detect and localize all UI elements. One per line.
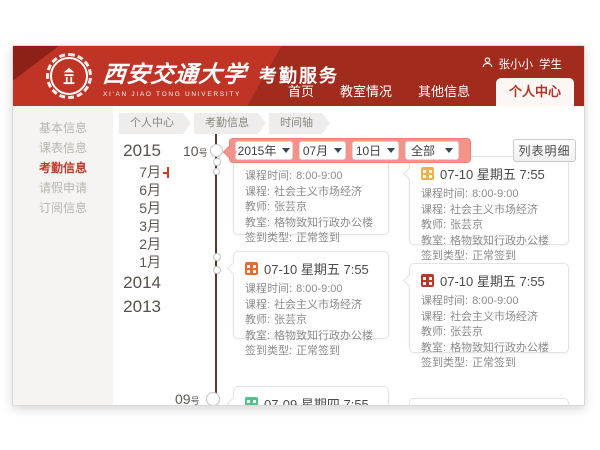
axis-month-jan[interactable]: 1月 <box>113 253 161 271</box>
breadcrumb-item-timeline[interactable]: 时间轴 <box>269 113 330 134</box>
content-area: 基本信息 课表信息 考勤信息 请假申请 订阅信息 个人中心 考勤信息 时间轴 2… <box>13 106 584 405</box>
card-field: 教师:张芸京 <box>421 218 557 234</box>
card-field: 课程时间:8:00-9:00 <box>421 294 557 310</box>
axis-month-jul[interactable]: 7月 <box>113 163 161 181</box>
calendar-icon <box>421 274 434 287</box>
sidebar-item-leave-request[interactable]: 请假申请 <box>13 178 113 198</box>
sidebar-item-subscription-info[interactable]: 订阅信息 <box>13 198 113 218</box>
card-field: 教师:张芸京 <box>245 313 377 329</box>
card-field: 课程:社会主义市场经济 <box>245 185 377 201</box>
month-dropdown[interactable]: 07月 <box>299 141 346 160</box>
app-header: 西安交通大学 考勤服务 XI'AN JIAO TONG UNIVERSITY 张… <box>13 46 584 106</box>
chevron-down-icon <box>445 148 453 153</box>
card-field: 签到类型:正常签到 <box>245 344 377 360</box>
filter-bar: 2015年 07月 10日 全部 <box>229 138 471 163</box>
user-icon <box>482 57 493 71</box>
user-info[interactable]: 张小小 学生 <box>482 56 563 72</box>
calendar-icon <box>245 262 258 275</box>
sidebar-item-attendance-info[interactable]: 考勤信息 <box>13 158 113 178</box>
chevron-down-icon <box>334 148 342 153</box>
nav-tab-personal-center[interactable]: 个人中心 <box>496 78 574 106</box>
axis-month-may[interactable]: 5月 <box>113 199 161 217</box>
sidebar-item-basic-info[interactable]: 基本信息 <box>13 118 113 138</box>
card-title: 07-09 星期四 7:55 <box>264 394 369 405</box>
sidebar: 基本信息 课表信息 考勤信息 请假申请 订阅信息 <box>13 106 113 405</box>
axis-year-2015[interactable]: 2015 <box>113 139 161 163</box>
user-role: 学生 <box>539 56 562 72</box>
breadcrumb-item-personal-center[interactable]: 个人中心 <box>119 113 191 134</box>
day-dropdown[interactable]: 10日 <box>352 141 399 160</box>
year-dropdown[interactable]: 2015年 <box>235 141 293 160</box>
timeline-node-big-bottom <box>206 392 220 405</box>
chevron-down-icon <box>387 148 395 153</box>
calendar-icon <box>421 167 434 180</box>
attendance-card: 07-10 星期五 7:55 课程时间:8:00-9:00 课程:社会主义市场经… <box>233 251 389 339</box>
card-title: 07-10 星期五 7:55 <box>264 259 369 278</box>
card-field: 教室:格物致知行政办公楼 <box>245 216 377 232</box>
timeline-node-small-2 <box>213 168 220 175</box>
chevron-down-icon <box>282 148 290 153</box>
axis-year-2014[interactable]: 2014 <box>113 271 161 295</box>
card-field: 课程时间:8:00-9:00 <box>421 187 557 203</box>
attendance-card: 07-10 星期五 7:55 课程时间:8:00-9:00 课程:社会主义市场经… <box>409 263 569 353</box>
type-dropdown-value: 全部 <box>411 142 435 159</box>
card-field: 教师:张芸京 <box>245 200 377 216</box>
day-dropdown-value: 10日 <box>356 142 381 159</box>
card-title: 07-10 星期五 7:55 <box>440 271 545 290</box>
timeline-node-big-top <box>210 144 223 157</box>
type-dropdown[interactable]: 全部 <box>405 141 459 160</box>
card-field: 课程时间:8:00-9:00 <box>245 169 377 185</box>
app-window: 西安交通大学 考勤服务 XI'AN JIAO TONG UNIVERSITY 张… <box>12 45 585 406</box>
axis-month-mar[interactable]: 3月 <box>113 217 161 235</box>
page: 西安交通大学 考勤服务 XI'AN JIAO TONG UNIVERSITY 张… <box>0 0 600 450</box>
axis-month-feb[interactable]: 2月 <box>113 235 161 253</box>
month-dropdown-value: 07月 <box>303 142 328 159</box>
nav-item-other-info[interactable]: 其他信息 <box>418 78 470 106</box>
day-label-10: 10号 <box>183 143 208 159</box>
card-field: 课程:社会主义市场经济 <box>421 203 557 219</box>
main-nav: 首页 教室情况 其他信息 个人中心 <box>288 78 574 106</box>
nav-item-home[interactable]: 首页 <box>288 78 314 106</box>
calendar-icon <box>245 397 258 405</box>
university-name: 西安交通大学 <box>102 55 249 89</box>
list-detail-button[interactable]: 列表明细 <box>513 139 576 162</box>
card-field: 教室:格物致知行政办公楼 <box>421 234 557 250</box>
breadcrumb: 个人中心 考勤信息 时间轴 <box>119 113 330 134</box>
card-field: 签到类型:正常签到 <box>245 231 377 247</box>
timeline-node-small-1 <box>213 158 221 166</box>
attendance-card-partial: 07-09 星期四 7:55 <box>233 386 389 405</box>
card-field: 教师:张芸京 <box>421 325 557 341</box>
nav-item-classrooms[interactable]: 教室情况 <box>340 78 392 106</box>
card-title: 07-10 星期五 7:55 <box>440 164 545 183</box>
breadcrumb-item-attendance-info[interactable]: 考勤信息 <box>194 113 266 134</box>
axis-year-2013[interactable]: 2013 <box>113 295 161 319</box>
attendance-card: 07-10 星期五 7:55 课程时间:8:00-9:00 课程:社会主义市场经… <box>409 156 569 245</box>
card-field: 课程时间:8:00-9:00 <box>245 282 377 298</box>
pavilion-glyph <box>60 67 78 85</box>
day-label-09: 09号 <box>175 391 200 405</box>
card-field: 签到类型:正常签到 <box>421 356 557 372</box>
year-dropdown-value: 2015年 <box>238 142 277 159</box>
timeline-node-small-4 <box>213 266 221 274</box>
timeline-node-small-3 <box>213 253 221 261</box>
university-logo-icon <box>50 57 88 95</box>
card-field: 教室:格物致知行政办公楼 <box>421 341 557 357</box>
timeline-axis: 2015 7月 6月 5月 3月 2月 1月 2014 2013 <box>113 139 161 319</box>
card-field: 课程:社会主义市场经济 <box>245 298 377 314</box>
card-field: 教室:格物致知行政办公楼 <box>245 329 377 345</box>
card-field: 课程:社会主义市场经济 <box>421 310 557 326</box>
user-name: 张小小 <box>499 56 534 72</box>
axis-month-jun[interactable]: 6月 <box>113 181 161 199</box>
current-month-marker-icon <box>163 167 169 178</box>
sidebar-item-schedule-info[interactable]: 课表信息 <box>13 138 113 158</box>
attendance-card-partial <box>409 398 569 405</box>
